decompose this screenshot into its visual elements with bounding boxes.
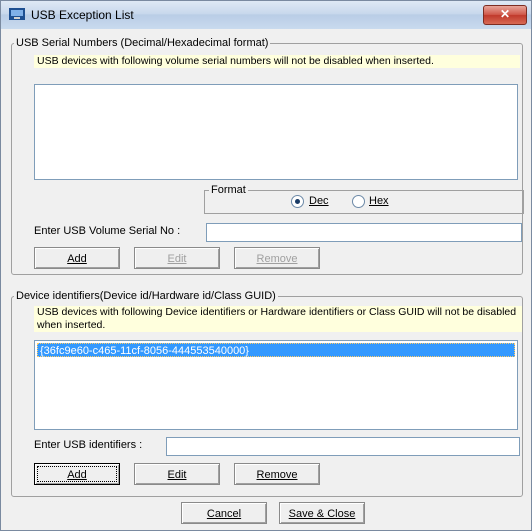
dialog-window: USB Exception List ✕ USB Serial Numbers … (0, 0, 532, 531)
serial-number-input[interactable] (206, 223, 522, 242)
device-identifier-input[interactable] (166, 437, 520, 456)
list-item[interactable]: {36fc9e60-c465-11cf-8056-444553540000} (37, 343, 515, 357)
device-remove-button[interactable]: Remove (234, 463, 320, 485)
window-title: USB Exception List (31, 8, 134, 22)
close-button[interactable]: ✕ (483, 5, 527, 25)
app-icon (9, 8, 25, 20)
serial-edit-button[interactable]: Edit (134, 247, 220, 269)
cancel-button[interactable]: Cancel (181, 502, 267, 524)
hex-radio[interactable] (352, 195, 365, 208)
serial-add-button[interactable]: Add (34, 247, 120, 269)
save-close-button[interactable]: Save & Close (279, 502, 365, 524)
title-bar[interactable]: USB Exception List ✕ (1, 1, 531, 29)
format-label: Format (211, 184, 246, 196)
serial-description: USB devices with following volume serial… (34, 55, 520, 68)
close-icon: ✕ (499, 7, 511, 21)
device-description: USB devices with following Device identi… (34, 306, 522, 332)
device-list[interactable]: {36fc9e60-c465-11cf-8056-444553540000} (34, 340, 518, 430)
serial-input-label: Enter USB Volume Serial No : (34, 225, 181, 237)
dec-radio-label[interactable]: Dec (309, 195, 329, 207)
serial-remove-button[interactable]: Remove (234, 247, 320, 269)
serial-list[interactable] (34, 84, 518, 180)
hex-radio-label[interactable]: Hex (369, 195, 389, 207)
radio-selected-dot (295, 199, 300, 204)
device-add-button[interactable]: Add (34, 463, 120, 485)
device-input-label: Enter USB identifiers : (34, 439, 143, 451)
device-edit-button[interactable]: Edit (134, 463, 220, 485)
serial-group-label: USB Serial Numbers (Decimal/Hexadecimal … (16, 37, 269, 49)
dec-radio[interactable] (291, 195, 304, 208)
device-group-label: Device identifiers(Device id/Hardware id… (16, 290, 276, 302)
